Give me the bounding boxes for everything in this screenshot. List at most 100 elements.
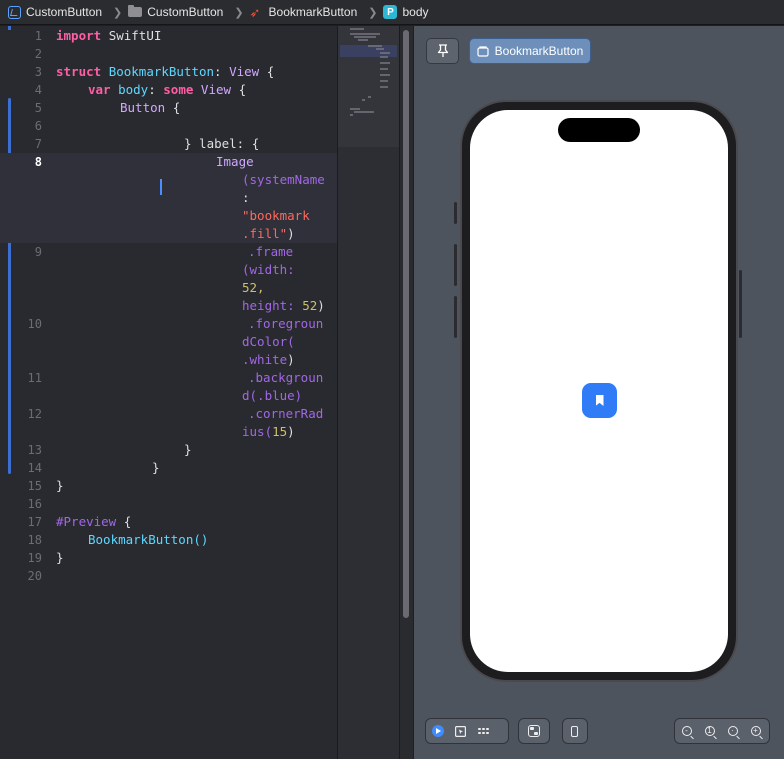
type-name: BookmarkButton() <box>88 532 209 547</box>
code-line[interactable]: 7 } label: { <box>0 135 337 153</box>
folder-icon <box>128 5 143 17</box>
code-line[interactable]: 13 } <box>0 441 337 459</box>
breadcrumb-item-symbol[interactable]: P body <box>383 5 429 19</box>
punctuation: { <box>238 82 247 97</box>
string-literal: .fill" <box>242 226 288 241</box>
code-line[interactable]: 20 <box>0 567 337 585</box>
code-line[interactable]: 10 .foregroun dColor( .white) <box>0 315 337 369</box>
preview-canvas: BookmarkButton - 1 · + <box>414 26 784 759</box>
code-line[interactable]: 3 struct BookmarkButton: View { <box>0 63 337 81</box>
bookmark-fill-icon <box>595 395 604 406</box>
minimap-line <box>380 52 390 54</box>
zoom-100-button[interactable]: 1 <box>698 719 721 743</box>
selectable-mode-button[interactable] <box>449 719 472 743</box>
breadcrumb-item-file[interactable]: ➶ BookmarkButton ❯ <box>250 5 384 19</box>
bookmark-button[interactable] <box>582 383 617 418</box>
swift-file-icon: ➶ <box>249 4 261 20</box>
minimap-line <box>354 36 376 38</box>
type-name: BookmarkButton <box>108 64 215 79</box>
line-number: 8 <box>34 155 42 169</box>
canvas-settings-icon <box>528 725 540 737</box>
zoom-fit-button[interactable]: · <box>721 719 744 743</box>
method-name: dColor( <box>242 334 295 349</box>
zoom-out-icon: - <box>681 726 692 736</box>
minimap-line <box>380 68 388 70</box>
minimap-line <box>380 74 390 76</box>
dynamic-island <box>558 118 640 142</box>
property-icon: P <box>383 5 398 19</box>
type-name: Image <box>216 154 254 169</box>
minimap-line <box>380 86 388 88</box>
breadcrumb-label: CustomButton <box>26 5 103 19</box>
code-line-current[interactable]: 8 Image (systemName : "bookmark .fill") <box>0 153 337 243</box>
code-line[interactable]: 4 var body: some View { <box>0 81 337 99</box>
editor-scrollbar[interactable] <box>399 26 413 759</box>
pin-icon <box>437 44 448 57</box>
breadcrumb-item-project[interactable]: CustomButton ❯ <box>8 5 128 19</box>
type-name: View <box>229 64 260 79</box>
identifier: body <box>118 82 149 97</box>
line-number: 3 <box>34 65 42 79</box>
app-icon <box>8 5 21 19</box>
line-number: 17 <box>27 515 42 529</box>
zoom-group: - 1 · + <box>674 718 770 744</box>
keyword: some <box>163 82 194 97</box>
live-mode-button[interactable] <box>426 719 449 743</box>
minimap-line <box>362 99 365 101</box>
punctuation: ) <box>287 226 295 241</box>
chevron-right-icon: ❯ <box>368 6 378 19</box>
text-cursor <box>160 179 162 195</box>
line-number: 2 <box>34 47 42 61</box>
keyword: var <box>88 82 111 97</box>
view-icon <box>477 45 489 57</box>
code-line[interactable]: 9 .frame (width: 52, height: 52) <box>0 243 337 315</box>
code-editor[interactable]: 1 import SwiftUI 2 3 struct BookmarkButt… <box>0 26 337 759</box>
line-number: 4 <box>34 83 42 97</box>
code-line[interactable]: 17 #Preview { <box>0 513 337 531</box>
line-number: 16 <box>27 497 42 511</box>
minimap-line <box>380 80 388 82</box>
code-line[interactable]: 18 BookmarkButton() <box>0 531 337 549</box>
code-line[interactable]: 5 Button { <box>0 99 337 117</box>
pin-preview-button[interactable] <box>426 38 459 64</box>
code-line[interactable]: 15 } <box>0 477 337 495</box>
line-number: 9 <box>34 245 42 259</box>
zoom-out-button[interactable]: - <box>675 719 698 743</box>
scrollbar-thumb[interactable] <box>403 30 409 618</box>
minimap-line <box>350 33 380 35</box>
punctuation: ) <box>317 298 325 313</box>
minimap[interactable] <box>337 26 399 759</box>
breadcrumb-label: CustomButton <box>147 5 224 19</box>
code-line[interactable]: 11 .backgroun d(.blue) <box>0 369 337 405</box>
chevron-right-icon: ❯ <box>113 6 123 19</box>
variants-grid-icon <box>478 727 489 735</box>
line-number: 14 <box>27 461 42 475</box>
method-name: ius( <box>242 424 273 439</box>
code-line[interactable]: 6 <box>0 117 337 135</box>
code-line[interactable]: 19 } <box>0 549 337 567</box>
canvas-settings-button[interactable] <box>519 719 549 743</box>
phone-side-button <box>739 270 742 338</box>
minimap-line <box>350 28 364 30</box>
phone-side-button <box>454 296 457 338</box>
code-line[interactable]: 16 <box>0 495 337 513</box>
variants-button[interactable] <box>472 719 495 743</box>
zoom-in-button[interactable]: + <box>744 719 767 743</box>
number-literal: 15 <box>272 424 288 439</box>
line-number: 15 <box>27 479 42 493</box>
code-line[interactable]: 2 <box>0 45 337 63</box>
line-number: 7 <box>34 137 42 151</box>
line-number: 18 <box>27 533 42 547</box>
code-line[interactable]: 14 } <box>0 459 337 477</box>
code-line[interactable]: 12 .cornerRad ius(15) <box>0 405 337 441</box>
punctuation: { <box>123 514 132 529</box>
breadcrumb-item-folder[interactable]: CustomButton ❯ <box>128 5 249 19</box>
preview-selector-button[interactable]: BookmarkButton <box>469 38 591 64</box>
punctuation: { <box>172 100 181 115</box>
code-line[interactable]: 1 import SwiftUI <box>0 27 337 45</box>
breadcrumb-label: body <box>402 5 429 19</box>
device-settings-button[interactable] <box>563 719 586 743</box>
minimap-line <box>380 56 388 58</box>
canvas-settings-group <box>518 718 550 744</box>
number-literal: 52, <box>242 280 265 295</box>
